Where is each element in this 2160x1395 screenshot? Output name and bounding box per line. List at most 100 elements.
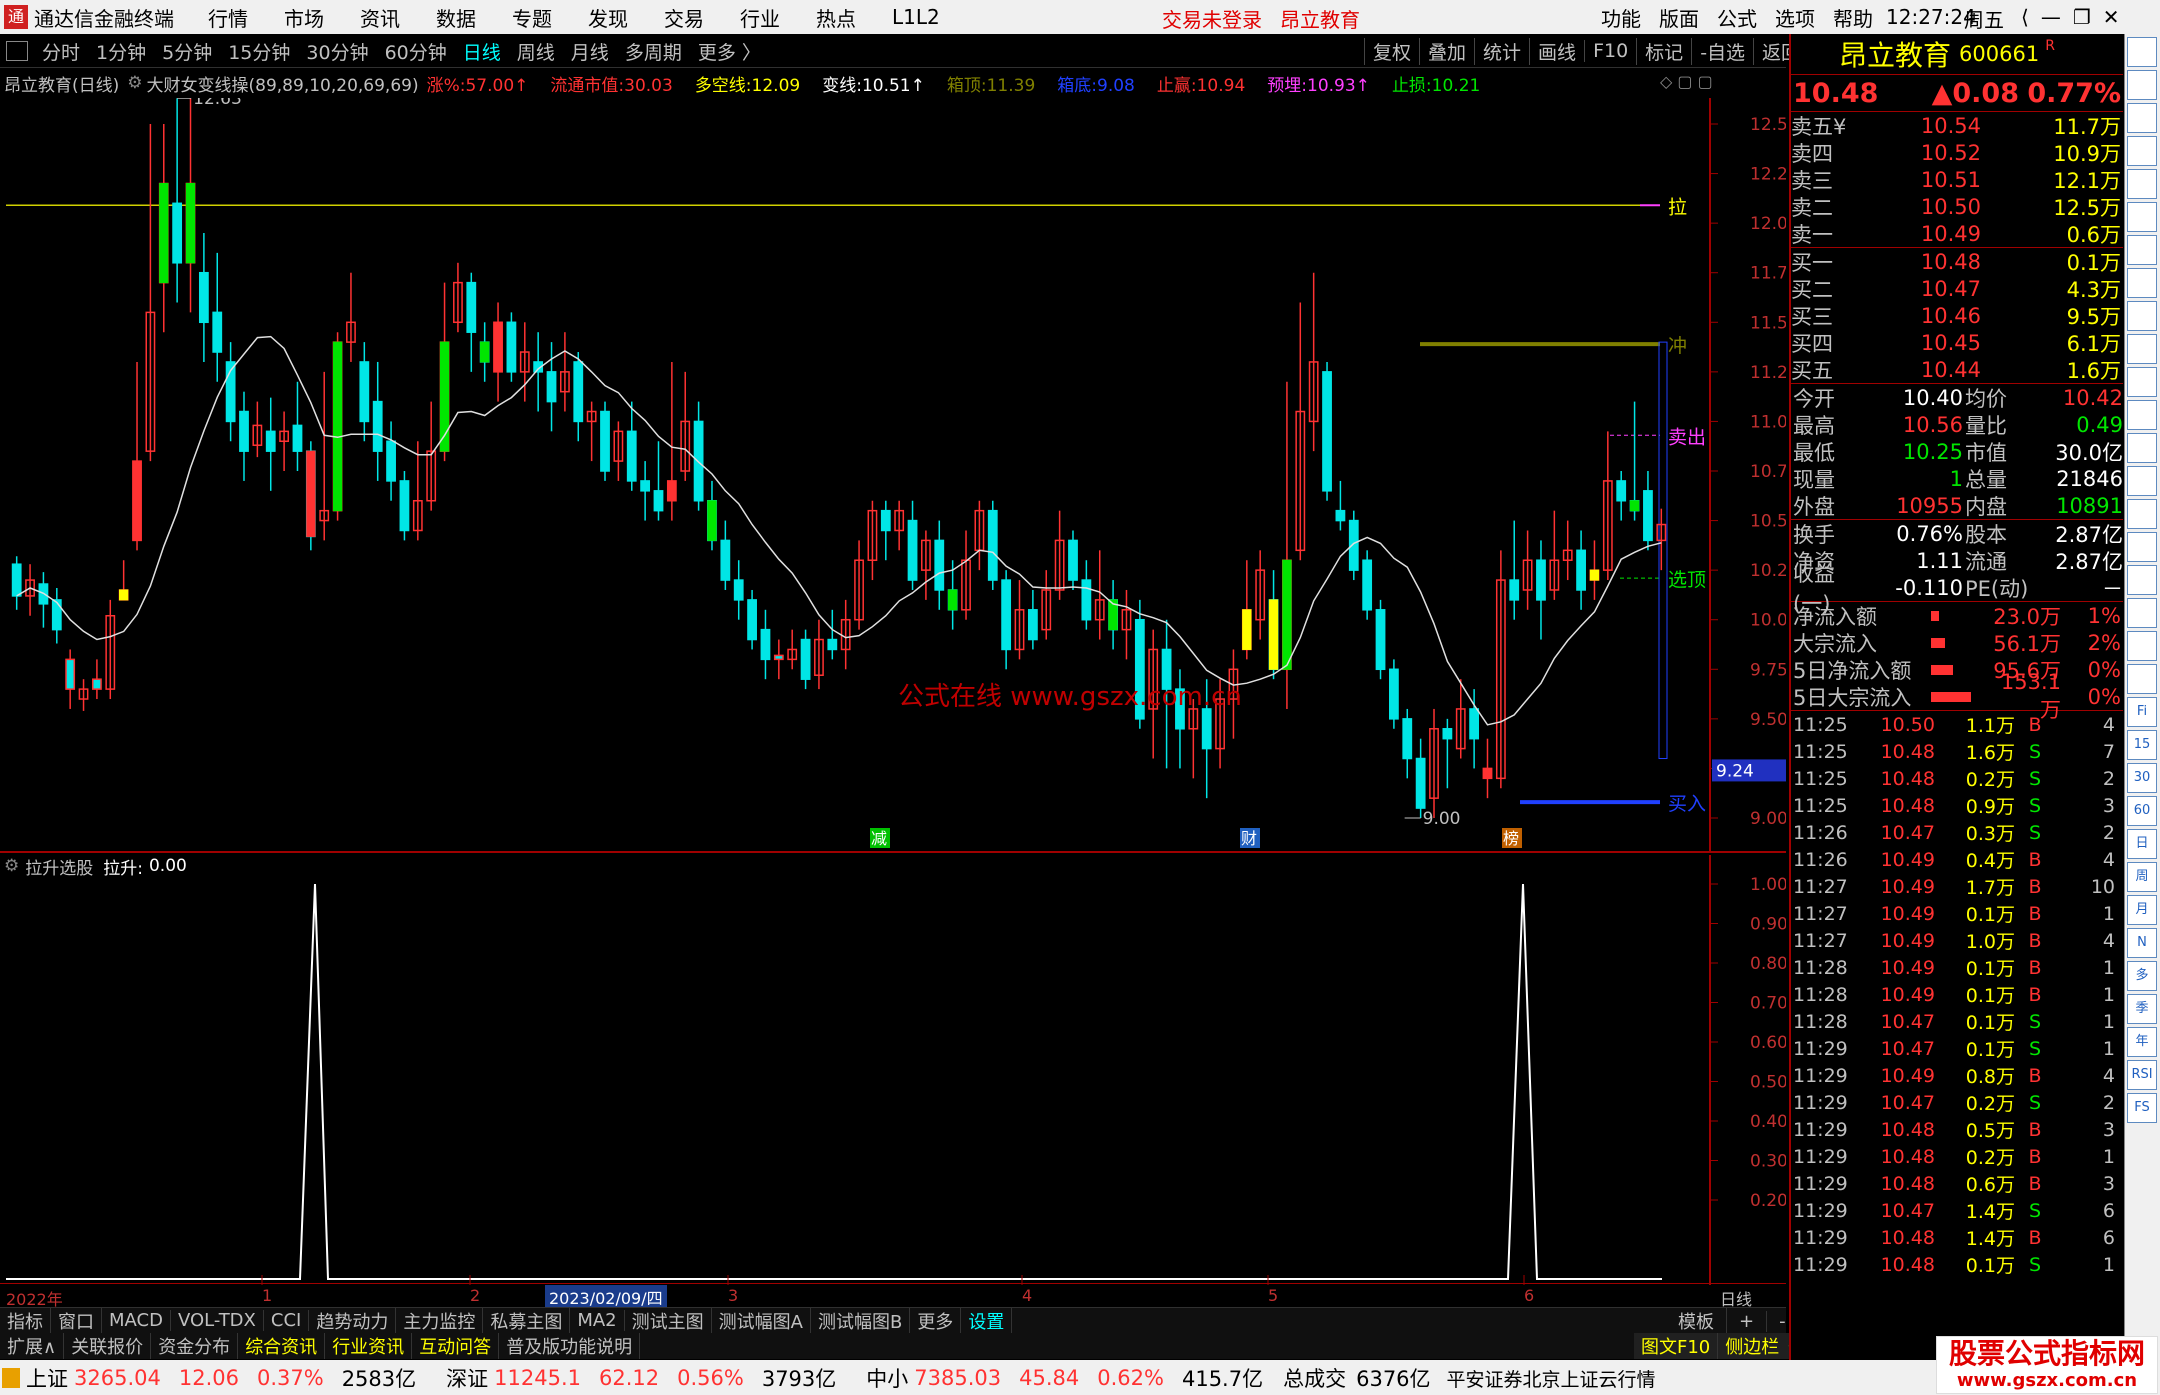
toggle-icon[interactable]: [6, 41, 28, 61]
side-period-icon[interactable]: N: [2127, 928, 2157, 958]
side-tool-icon[interactable]: [2127, 103, 2157, 133]
tick-row[interactable]: 11:25 10.50 1.1万 B 4: [1791, 711, 2123, 738]
menu-item[interactable]: 市场: [266, 3, 342, 32]
side-tool-icon[interactable]: [2127, 631, 2157, 661]
side-period-icon[interactable]: 15: [2127, 730, 2157, 760]
side-tool-icon[interactable]: [2127, 169, 2157, 199]
indicator-tab[interactable]: 更多: [910, 1307, 962, 1334]
chart-button[interactable]: F10: [1584, 40, 1636, 62]
indicator-tab[interactable]: MACD: [102, 1310, 171, 1331]
login-status[interactable]: 交易未登录: [1162, 4, 1262, 33]
indicator-name[interactable]: 大财女变线操(89,89,10,20,69,69): [147, 71, 419, 96]
tick-row[interactable]: 11:29 10.48 0.1万 S 1: [1791, 1251, 2123, 1278]
sz-label[interactable]: 深证: [446, 1363, 488, 1393]
indicator-tab[interactable]: CCI: [264, 1310, 310, 1331]
side-tool-icon[interactable]: [2127, 70, 2157, 100]
zx-label[interactable]: 中小: [866, 1363, 908, 1393]
sub-chart[interactable]: 1.00 0.90 0.80 0.70 0.60 0.50 0.40 0.30 0.20: [0, 855, 1786, 1285]
menu-item[interactable]: L1L2: [874, 5, 958, 29]
quote-row[interactable]: 买三 10.46 9.5万: [1791, 302, 2123, 329]
tick-row[interactable]: 11:27 10.49 1.7万 B 10: [1791, 873, 2123, 900]
menu-item[interactable]: 交易: [646, 3, 722, 32]
menu-item[interactable]: 资讯: [342, 3, 418, 32]
indicator-tab[interactable]: 主力监控: [396, 1307, 484, 1334]
template-button[interactable]: +: [1727, 1310, 1768, 1332]
side-tool-icon[interactable]: [2127, 664, 2157, 694]
tick-row[interactable]: 11:29 10.49 0.8万 B 4: [1791, 1062, 2123, 1089]
extension-tab[interactable]: 资金分布: [151, 1333, 239, 1359]
tick-row[interactable]: 11:29 10.47 0.2万 S 2: [1791, 1089, 2123, 1116]
extension-tab[interactable]: 行业资讯: [325, 1333, 413, 1359]
indicator-tab[interactable]: 趋势动力: [309, 1307, 397, 1334]
side-period-icon[interactable]: 60: [2127, 796, 2157, 826]
tick-row[interactable]: 11:28 10.47 0.1万 S 1: [1791, 1008, 2123, 1035]
tick-row[interactable]: 11:29 10.48 0.6万 B 3: [1791, 1170, 2123, 1197]
quote-row[interactable]: 卖一 10.49 0.6万: [1791, 220, 2123, 247]
quote-row[interactable]: 买二 10.47 4.3万: [1791, 275, 2123, 302]
chart-button[interactable]: 复权: [1364, 37, 1419, 65]
tick-list[interactable]: 11:25 10.50 1.1万 B 4 11:25 10.48 1.6万 S 7 11:25 10.…: [1791, 711, 2123, 1278]
chart-button[interactable]: 标记: [1636, 37, 1691, 65]
side-tool-icon[interactable]: [2127, 37, 2157, 67]
tick-row[interactable]: 11:29 10.48 1.4万 B 6: [1791, 1224, 2123, 1251]
minimize-icon[interactable]: —: [2035, 5, 2067, 29]
side-period-icon[interactable]: Fi: [2127, 697, 2157, 727]
indicator-tab[interactable]: 测试幅图B: [811, 1307, 911, 1334]
side-tool-icon[interactable]: [2127, 433, 2157, 463]
sub-indicator-title[interactable]: 拉升选股: [25, 854, 93, 879]
tick-row[interactable]: 11:28 10.49 0.1万 B 1: [1791, 954, 2123, 981]
gear-icon[interactable]: ⚙: [4, 856, 19, 876]
tick-row[interactable]: 11:27 10.49 0.1万 B 1: [1791, 900, 2123, 927]
right-menu-item[interactable]: 帮助: [1824, 3, 1882, 32]
side-period-icon[interactable]: 日: [2127, 829, 2157, 859]
period-tab[interactable]: 更多 〉: [690, 38, 769, 65]
side-period-icon[interactable]: 30: [2127, 763, 2157, 793]
tick-row[interactable]: 11:26 10.47 0.3万 S 2: [1791, 819, 2123, 846]
side-tool-icon[interactable]: [2127, 532, 2157, 562]
tick-row[interactable]: 11:29 10.47 1.4万 S 6: [1791, 1197, 2123, 1224]
side-tool-icon[interactable]: [2127, 268, 2157, 298]
period-tab[interactable]: 多周期: [617, 38, 690, 65]
right-menu-item[interactable]: 版面: [1650, 3, 1708, 32]
side-period-icon[interactable]: 多: [2127, 961, 2157, 991]
menu-item[interactable]: 行业: [722, 3, 798, 32]
extension-tab[interactable]: 综合资讯: [238, 1333, 326, 1359]
period-tab[interactable]: 15分钟: [220, 38, 298, 65]
gear-icon[interactable]: ⚙: [127, 73, 142, 93]
side-tool-icon[interactable]: [2127, 499, 2157, 529]
chart-button[interactable]: 统计: [1474, 37, 1529, 65]
close-icon[interactable]: ✕: [2097, 5, 2126, 29]
side-tool-icon[interactable]: [2127, 598, 2157, 628]
period-tab[interactable]: 月线: [563, 38, 617, 65]
tick-row[interactable]: 11:29 10.48 0.5万 B 3: [1791, 1116, 2123, 1143]
quote-row[interactable]: 卖三 10.51 12.1万: [1791, 166, 2123, 193]
menu-item[interactable]: 数据: [418, 3, 494, 32]
sh-label[interactable]: 上证: [26, 1363, 68, 1393]
right-menu-item[interactable]: 选项: [1766, 3, 1824, 32]
side-period-icon[interactable]: 季: [2127, 994, 2157, 1024]
extension-tab[interactable]: 扩展∧: [0, 1333, 65, 1359]
indicator-tab[interactable]: 窗口: [51, 1307, 102, 1334]
menu-item[interactable]: 行情: [190, 3, 266, 32]
menu-item[interactable]: 专题: [494, 3, 570, 32]
quote-row[interactable]: 买四 10.45 6.1万: [1791, 329, 2123, 356]
period-tab[interactable]: 1分钟: [88, 38, 154, 65]
indicator-tab[interactable]: 设置: [961, 1307, 1013, 1334]
side-tool-icon[interactable]: [2127, 466, 2157, 496]
restore-icon[interactable]: ❐: [2067, 5, 2097, 29]
period-tab[interactable]: 日线: [455, 38, 509, 65]
extension-tab[interactable]: 普及版功能说明: [499, 1333, 641, 1359]
side-period-icon[interactable]: FS: [2127, 1093, 2157, 1123]
extension-tab[interactable]: 关联报价: [64, 1333, 152, 1359]
indicator-tab[interactable]: MA2: [570, 1310, 625, 1331]
indicator-tab[interactable]: 指标: [0, 1307, 51, 1334]
chart-button[interactable]: 叠加: [1419, 37, 1474, 65]
tick-row[interactable]: 11:29 10.47 0.1万 S 1: [1791, 1035, 2123, 1062]
menu-item[interactable]: 发现: [570, 3, 646, 32]
quote-row[interactable]: 买五 10.44 1.6万: [1791, 356, 2123, 383]
side-period-icon[interactable]: 月: [2127, 895, 2157, 925]
tick-row[interactable]: 11:25 10.48 1.6万 S 7: [1791, 738, 2123, 765]
side-tool-icon[interactable]: [2127, 334, 2157, 364]
side-tab[interactable]: 图文F10: [1634, 1333, 1719, 1359]
right-menu-item[interactable]: 功能: [1592, 3, 1650, 32]
